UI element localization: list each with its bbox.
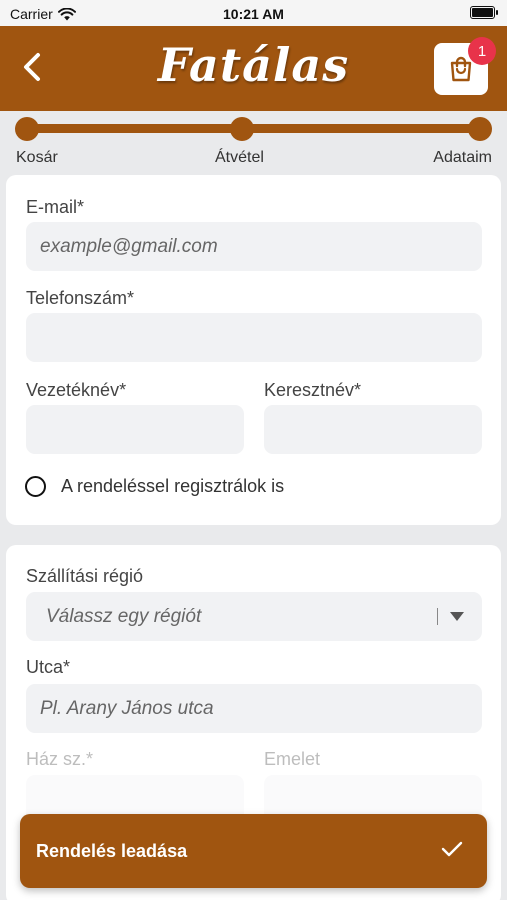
- register-radio[interactable]: [25, 476, 46, 497]
- email-placeholder: example@gmail.com: [40, 235, 218, 257]
- region-label: Szállítási régió: [26, 566, 144, 586]
- register-option[interactable]: A rendeléssel regisztrálok is: [25, 476, 284, 497]
- firstname-label: Keresztnév*: [264, 380, 362, 400]
- dropdown-arrow-icon[interactable]: [450, 612, 464, 621]
- email-label: E-mail*: [26, 197, 85, 217]
- lastname-field[interactable]: [26, 405, 244, 454]
- step-label-pickup: Átvétel: [215, 149, 264, 166]
- region-select[interactable]: Válassz egy régiót: [26, 592, 482, 641]
- checkout-progress: Kosár Átvétel Adataim: [0, 111, 507, 175]
- progress-dot-pickup: [230, 117, 254, 141]
- brand-logo: Fatálas: [157, 38, 350, 92]
- firstname-field[interactable]: [264, 405, 482, 454]
- lastname-label: Vezetéknév*: [26, 380, 127, 400]
- checkmark-icon: [441, 841, 463, 857]
- place-order-label: Rendelés leadása: [36, 840, 188, 861]
- street-label: Utca*: [26, 657, 71, 677]
- register-label: A rendeléssel regisztrálok is: [61, 476, 285, 496]
- progress-dot-details: [468, 117, 492, 141]
- select-separator: [437, 608, 438, 625]
- phone-field[interactable]: [26, 313, 482, 362]
- place-order-button[interactable]: Rendelés leadása: [20, 814, 487, 888]
- cart-count-badge: 1: [468, 37, 496, 65]
- battery-icon: [470, 6, 498, 19]
- email-field[interactable]: example@gmail.com: [26, 222, 482, 271]
- floor-label: Emelet: [264, 749, 321, 769]
- app-header: Fatálas 1: [0, 26, 507, 111]
- house-number-label: Ház sz.*: [26, 749, 94, 769]
- region-placeholder: Válassz egy régiót: [46, 605, 202, 627]
- phone-label: Telefonszám*: [26, 288, 135, 308]
- street-field[interactable]: Pl. Arany János utca: [26, 684, 482, 733]
- contact-details-card: E-mail* example@gmail.com Telefonszám* V…: [6, 175, 501, 525]
- progress-dot-cart: [15, 117, 39, 141]
- step-label-cart: Kosár: [16, 149, 58, 166]
- status-bar: Carrier 10:21 AM: [0, 0, 507, 26]
- clock: 10:21 AM: [223, 6, 284, 22]
- cart-button[interactable]: 1: [434, 37, 496, 95]
- step-label-details: Adataim: [433, 149, 492, 166]
- street-placeholder: Pl. Arany János utca: [40, 697, 214, 719]
